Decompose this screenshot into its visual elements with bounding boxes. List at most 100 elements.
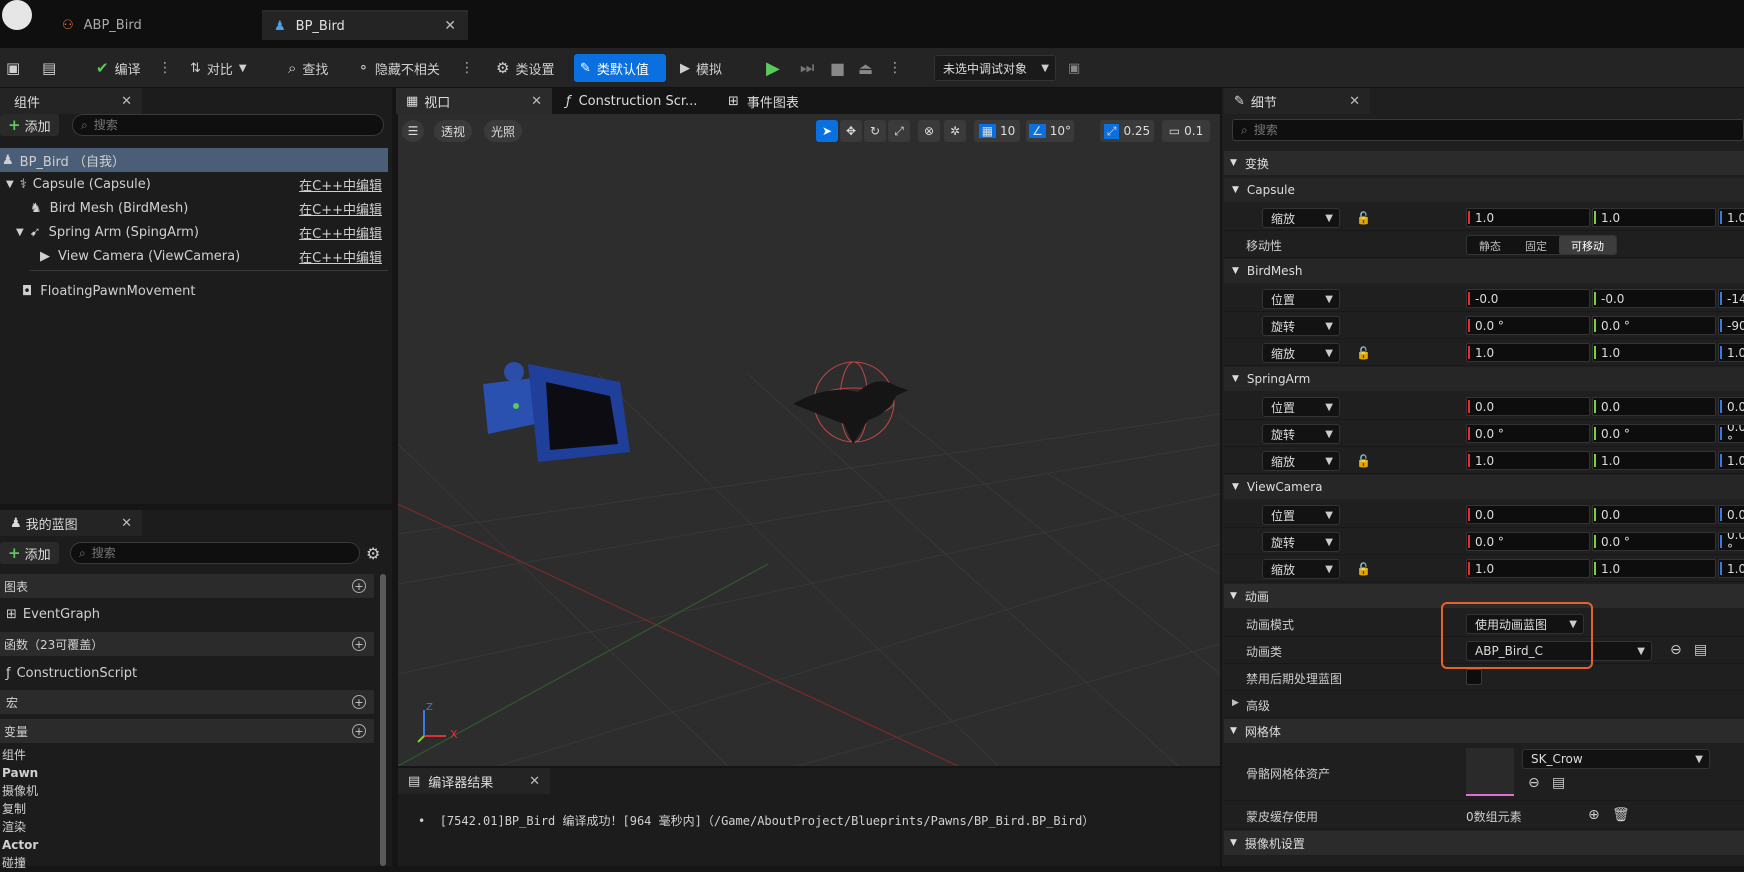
add-element-icon[interactable]: ⊕	[1588, 807, 1600, 823]
location-mode-select[interactable]: 位置 ▼	[1262, 289, 1340, 309]
simulate-button[interactable]: ▶ 模拟	[674, 54, 728, 82]
scrollbar[interactable]	[380, 574, 386, 866]
components-search[interactable]: ⌕	[72, 114, 384, 136]
section-macros[interactable]: 宏 +	[0, 690, 374, 714]
component-root[interactable]: ♟ BP_Bird （自我）	[0, 148, 388, 172]
close-icon[interactable]: ✕	[1349, 94, 1360, 109]
var-category[interactable]: Pawn	[2, 764, 38, 782]
gear-icon[interactable]: ⚙	[366, 544, 380, 563]
var-category[interactable]: 摄像机	[2, 782, 38, 800]
scale-y-field[interactable]: 1.0	[1592, 451, 1716, 470]
section-functions[interactable]: 函数（23可覆盖） +	[0, 632, 374, 656]
debug-browse-button[interactable]: ▣	[1062, 54, 1086, 82]
stop-button[interactable]: ■	[824, 54, 851, 82]
eject-button[interactable]: ⏏	[852, 54, 879, 82]
rotation-mode-select[interactable]: 旋转 ▼	[1262, 424, 1340, 444]
scale-y-field[interactable]: 1.0	[1592, 343, 1716, 362]
scale-z-field[interactable]: 1.0	[1718, 343, 1744, 362]
add-blueprint-item-button[interactable]: + 添加	[0, 542, 59, 564]
lock-icon[interactable]: 🔓	[1356, 346, 1371, 360]
browse-asset-icon[interactable]: ▤	[1694, 642, 1707, 658]
trash-icon[interactable]: 🗑	[1612, 807, 1630, 823]
location-mode-select[interactable]: 位置 ▼	[1262, 505, 1340, 525]
rotation-z-field[interactable]: 0.0 °	[1718, 424, 1744, 443]
edit-in-cpp-link[interactable]: 在C++中编辑	[299, 175, 382, 194]
lock-icon[interactable]: 🔓	[1356, 562, 1371, 576]
hide-options-icon[interactable]: ⋮	[460, 60, 474, 76]
component-birdmesh[interactable]: ♞ Bird Mesh (BirdMesh) 在C++中编辑	[0, 196, 388, 220]
section-mesh[interactable]: ▼ 网格体	[1224, 719, 1744, 743]
subsection-viewcamera[interactable]: ▼ ViewCamera	[1224, 475, 1744, 499]
lighting-button[interactable]: 光照	[484, 120, 523, 142]
unreal-logo[interactable]	[2, 0, 32, 30]
expand-arrow-icon[interactable]: ▼	[16, 227, 24, 238]
rotation-x-field[interactable]: 0.0 °	[1466, 532, 1590, 551]
tab-construction-script[interactable]: ƒ Construction Scr...	[556, 88, 712, 114]
lock-icon[interactable]: 🔓	[1356, 454, 1371, 468]
add-function-icon[interactable]: +	[352, 637, 366, 651]
camera-gizmo[interactable]	[483, 362, 630, 462]
section-graphs[interactable]: 图表 +	[0, 574, 374, 598]
close-icon[interactable]: ✕	[121, 94, 132, 109]
class-defaults-button[interactable]: ✎ 类默认值	[574, 54, 666, 82]
rotation-x-field[interactable]: 0.0 °	[1466, 424, 1590, 443]
scale-x-field[interactable]: 1.0	[1466, 451, 1590, 470]
perspective-button[interactable]: 透视	[434, 120, 473, 142]
compile-options-icon[interactable]: ⋮	[158, 60, 172, 76]
viewport[interactable]: X Z ☰ 透视 光照 ➤ ✥ ↻ ⤢ ⊗ ✲ ▦ 10 ∠ 10° ⤢ 0.2…	[398, 114, 1220, 766]
translate-tool-icon[interactable]: ✥	[840, 120, 862, 142]
location-z-field[interactable]: 0.0	[1718, 505, 1744, 524]
close-tab-icon[interactable]: ✕	[444, 18, 456, 34]
details-search-input[interactable]	[1253, 123, 1743, 137]
rotation-mode-select[interactable]: 旋转 ▼	[1262, 316, 1340, 336]
blueprint-search-input[interactable]	[91, 546, 359, 560]
rotation-z-field[interactable]: -90.0	[1718, 316, 1744, 335]
expand-arrow-icon[interactable]: ▼	[6, 179, 14, 190]
surface-snap-icon[interactable]: ✲	[944, 120, 966, 142]
scale-tool-icon[interactable]: ⤢	[888, 120, 910, 142]
debug-target-select[interactable]: 未选中调试对象 ▼	[934, 55, 1056, 81]
rotation-y-field[interactable]: 0.0 °	[1592, 424, 1716, 443]
browse-button[interactable]: ▤	[36, 54, 62, 82]
details-tab[interactable]: ✎ 细节 ✕	[1224, 88, 1370, 114]
scale-mode-select[interactable]: 缩放 ▼	[1262, 451, 1340, 471]
rotate-tool-icon[interactable]: ↻	[864, 120, 886, 142]
hide-unrelated-button[interactable]: ⚬ 隐藏不相关	[352, 54, 446, 82]
var-category[interactable]: 碰撞	[2, 854, 38, 872]
skeletal-mesh-select[interactable]: SK_Crow ▼	[1522, 749, 1710, 769]
camera-speed-control[interactable]: ▭ 0.1	[1162, 120, 1210, 142]
scale-z-field[interactable]: 1.0	[1718, 559, 1744, 578]
location-mode-select[interactable]: 位置 ▼	[1262, 397, 1340, 417]
mobility-toggle[interactable]: 静态 固定 可移动	[1466, 235, 1617, 255]
location-y-field[interactable]: 0.0	[1592, 505, 1716, 524]
viewport-menu-button[interactable]: ☰	[402, 120, 424, 142]
scale-z-field[interactable]: 1.0	[1718, 208, 1744, 227]
edit-in-cpp-link[interactable]: 在C++中编辑	[299, 223, 382, 242]
var-category[interactable]: 复制	[2, 800, 38, 818]
add-component-button[interactable]: + 添加	[0, 114, 59, 136]
coordinate-space-icon[interactable]: ⊗	[918, 120, 940, 142]
tab-viewport[interactable]: ▦ 视口 ✕	[396, 88, 552, 114]
scale-y-field[interactable]: 1.0	[1592, 559, 1716, 578]
compile-button[interactable]: ✔ 编译	[90, 54, 147, 82]
rotation-z-field[interactable]: 0.0 °	[1718, 532, 1744, 551]
browse-asset-icon[interactable]: ▤	[1552, 775, 1565, 791]
scale-snap-control[interactable]: ⤢ 0.25	[1100, 120, 1154, 142]
component-springarm[interactable]: ▼ ➹ Spring Arm (SpingArm) 在C++中编辑	[0, 220, 388, 244]
edit-in-cpp-link[interactable]: 在C++中编辑	[299, 247, 382, 266]
components-tab[interactable]: 组件 ✕	[0, 88, 142, 114]
location-z-field[interactable]: 0.0	[1718, 397, 1744, 416]
subsection-springarm[interactable]: ▼ SpringArm	[1224, 367, 1744, 391]
play-button[interactable]: ▶	[760, 54, 786, 82]
location-y-field[interactable]: 0.0	[1592, 397, 1716, 416]
scale-y-field[interactable]: 1.0	[1592, 208, 1716, 227]
var-category[interactable]: 组件	[2, 746, 38, 764]
use-selected-icon[interactable]: ⊖	[1528, 775, 1540, 791]
edit-in-cpp-link[interactable]: 在C++中编辑	[299, 199, 382, 218]
scale-mode-select[interactable]: 缩放 ▼	[1262, 559, 1340, 579]
save-button[interactable]: ▣	[0, 54, 26, 82]
item-event-graph[interactable]: ⊞ EventGraph	[0, 602, 100, 626]
location-y-field[interactable]: -0.0	[1592, 289, 1716, 308]
mobility-stationary[interactable]: 固定	[1513, 236, 1559, 254]
blueprint-search[interactable]: ⌕	[70, 542, 360, 564]
